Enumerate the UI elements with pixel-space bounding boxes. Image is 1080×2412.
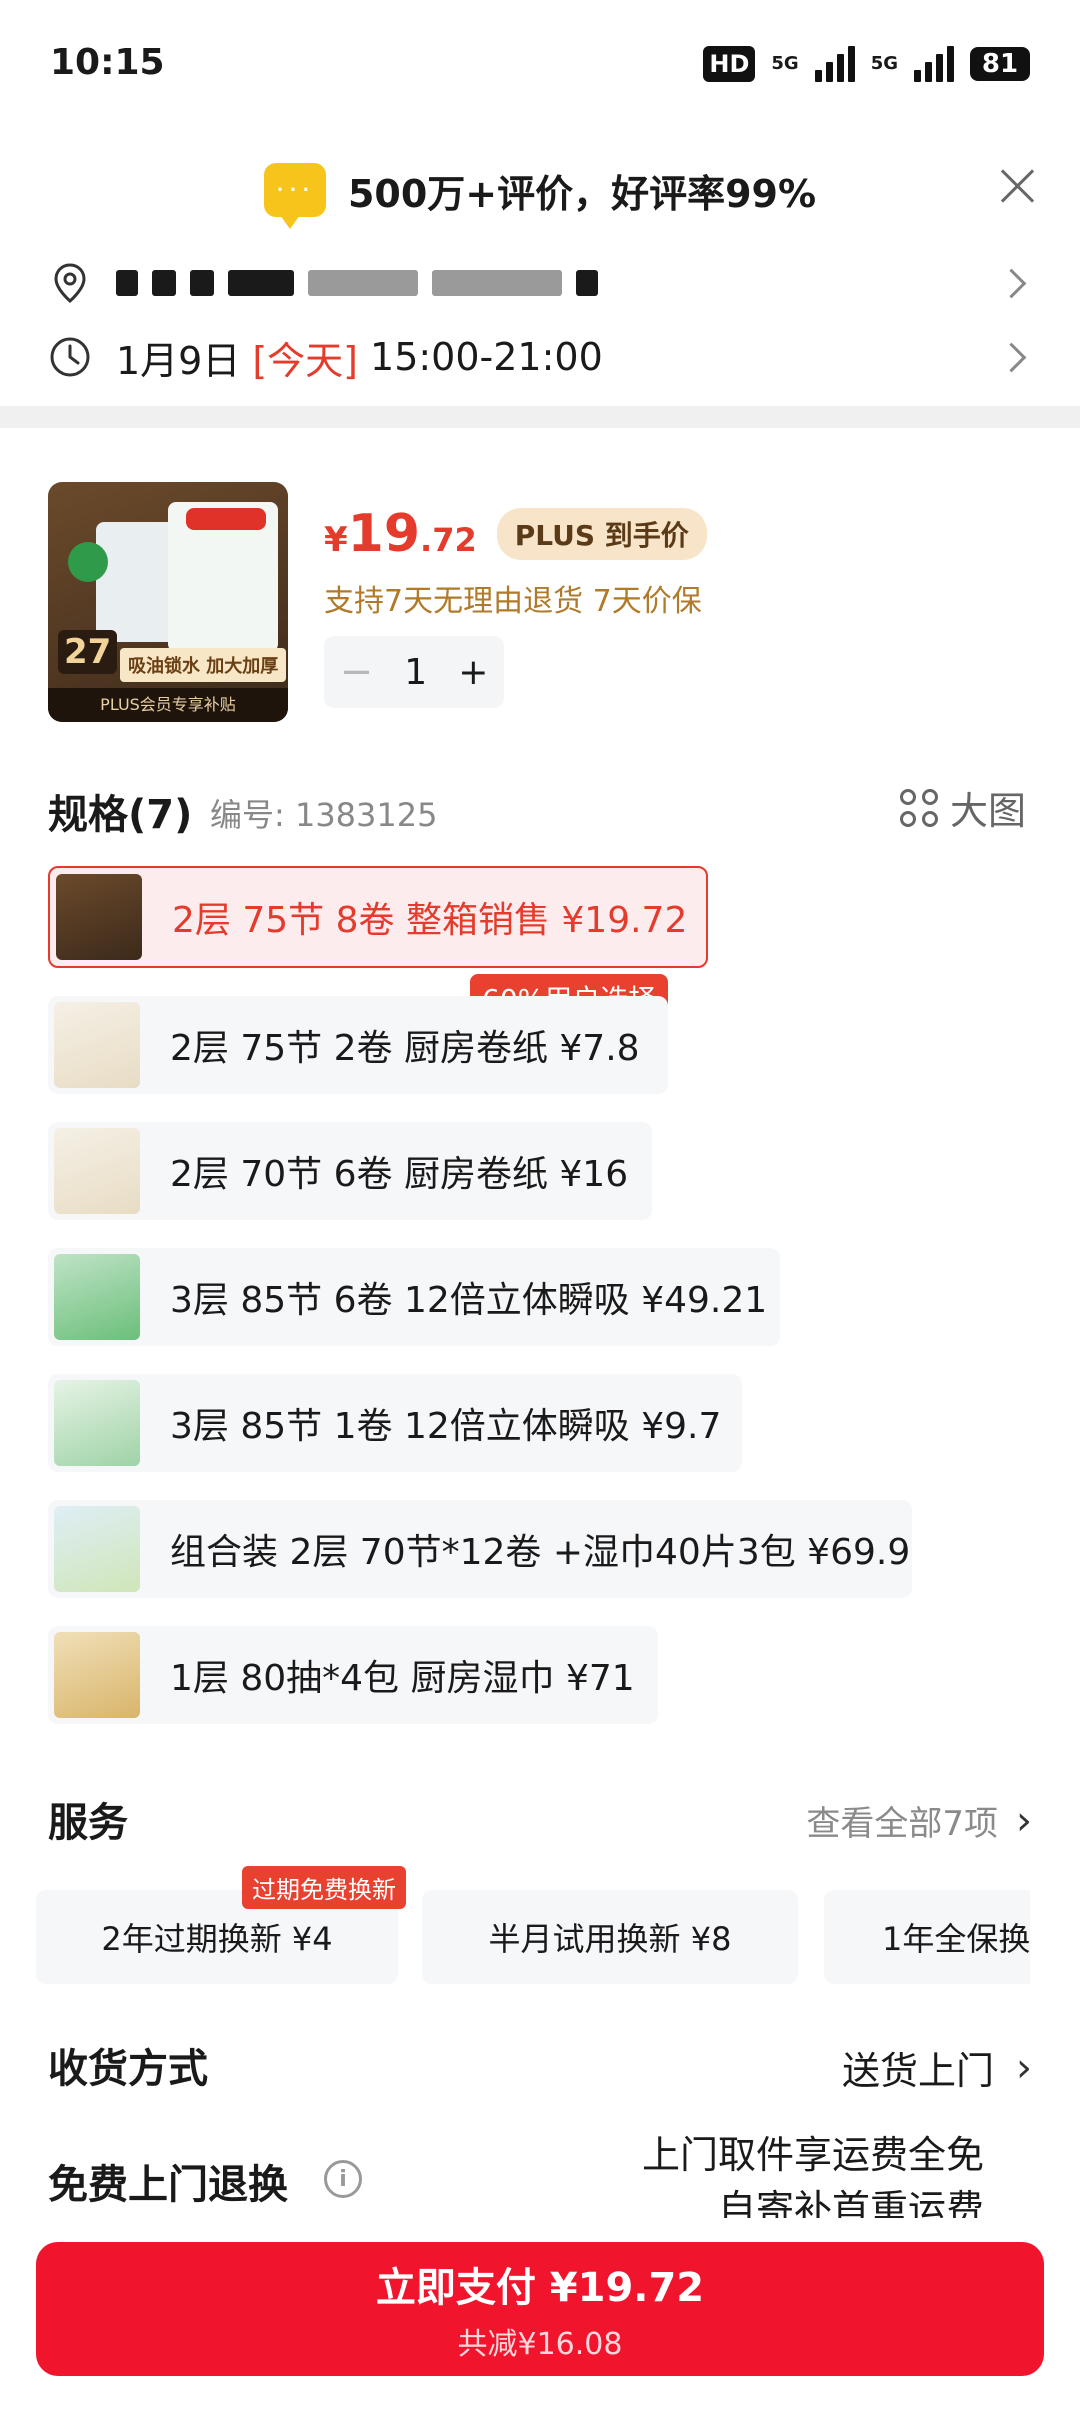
receive-method-selector[interactable]: 送货上门 › — [842, 2040, 1032, 2095]
free-return-note-2: 自寄补首重运费 — [717, 2187, 984, 2218]
big-image-button[interactable]: 大图 — [899, 780, 1026, 835]
spec-thumb — [54, 1002, 140, 1088]
network-type-1: 5G — [771, 53, 799, 74]
pay-now-button[interactable]: 立即支付 ¥19.72 共减¥16.08 — [36, 2242, 1044, 2376]
network-type-2: 5G — [870, 53, 898, 74]
today-tag: [今天] — [252, 338, 359, 383]
see-all-label: 查看全部7项 — [806, 1804, 998, 1844]
spec-option-5[interactable]: 3层 85节 1卷 12倍立体瞬吸 ¥9.7 — [48, 1374, 742, 1472]
chevron-right-icon: › — [1016, 1797, 1032, 1844]
decrement-button[interactable]: − — [340, 649, 374, 695]
spec-option-label: 组合装 2层 70节*12卷 +湿巾40片3包 ¥69.9 — [170, 1532, 911, 1573]
spec-thumb — [54, 1506, 140, 1592]
delivery-date: 1月9日 — [116, 338, 241, 383]
spec-option-1[interactable]: 2层 75节 8卷 整箱销售 ¥19.72 — [48, 866, 708, 968]
spec-code: 编号: 1383125 — [210, 796, 438, 834]
spec-option-label: 2层 70节 6卷 厨房卷纸 ¥16 — [170, 1154, 629, 1195]
review-summary: 500万+评价，好评率99% — [347, 171, 817, 216]
hd-badge: HD — [703, 46, 756, 82]
signal-icon — [814, 46, 855, 82]
clock-icon — [50, 337, 90, 377]
product-price: ¥ 19 .72 PLUS 到手价 — [324, 504, 707, 564]
pay-now-label: 立即支付 ¥19.72 — [375, 2265, 705, 2311]
spec-option-label: 3层 85节 6卷 12倍立体瞬吸 ¥49.21 — [170, 1280, 768, 1321]
service-item-label: 半月试用换新 ¥8 — [488, 1920, 732, 1958]
increment-button[interactable]: + — [458, 652, 488, 693]
big-image-label: 大图 — [949, 789, 1026, 833]
service-item-2[interactable]: 半月试用换新 ¥8 — [422, 1890, 798, 1984]
free-return-note-1: 上门取件享运费全免 — [641, 2133, 984, 2177]
status-icons: HD 5G 5G 81 — [703, 46, 1030, 82]
spec-option-label: 3层 85节 1卷 12倍立体瞬吸 ¥9.7 — [170, 1406, 722, 1447]
spec-option-7[interactable]: 1层 80抽*4包 厨房湿巾 ¥71 — [48, 1626, 658, 1724]
see-all-services[interactable]: 查看全部7项 › — [806, 1796, 1032, 1845]
section-divider — [0, 406, 1080, 428]
spec-option-label: 2层 75节 2卷 厨房卷纸 ¥7.8 — [170, 1028, 640, 1069]
spec-thumb — [54, 1254, 140, 1340]
spec-option-label: 2层 75节 8卷 整箱销售 ¥19.72 — [172, 900, 688, 941]
receive-method-title: 收货方式 — [48, 2046, 208, 2092]
close-icon[interactable] — [998, 166, 1038, 206]
chevron-right-icon — [996, 342, 1027, 372]
status-time: 10:15 — [50, 42, 165, 83]
currency-symbol: ¥ — [324, 520, 348, 560]
spec-thumb — [54, 1632, 140, 1718]
product-image-price: 27 — [58, 630, 118, 674]
product-image-strip: 吸油锁水 加大加厚 — [120, 648, 287, 682]
spec-option-6[interactable]: 组合装 2层 70节*12卷 +湿巾40片3包 ¥69.9 — [48, 1500, 912, 1598]
chat-bubble-icon: ··· — [263, 163, 326, 229]
chevron-right-icon — [996, 268, 1027, 298]
delivery-time-row[interactable]: 1月9日 [今天] 15:00-21:00 — [48, 332, 1038, 383]
free-return-title: 免费上门退换 — [48, 2162, 288, 2208]
address-redacted — [116, 270, 598, 296]
grid-icon — [899, 788, 938, 827]
product-image[interactable]: 27 吸油锁水 加大加厚 PLUS会员专享补贴 — [48, 482, 288, 722]
spec-thumb — [56, 874, 142, 960]
signal-icon-2 — [914, 46, 954, 82]
return-policy: 支持7天无理由退货 7天价保 — [324, 584, 702, 619]
spec-thumb — [54, 1380, 140, 1466]
info-icon[interactable]: i — [324, 2160, 362, 2198]
spec-title: 规格(7) — [48, 792, 193, 838]
receive-method-value: 送货上门 — [841, 2049, 994, 2093]
spec-option-2[interactable]: 2层 75节 2卷 厨房卷纸 ¥7.8 — [48, 996, 668, 1094]
service-item-label: 2年过期换新 ¥4 — [101, 1920, 333, 1958]
chevron-right-icon: › — [1016, 2044, 1032, 2091]
spec-option-4[interactable]: 3层 85节 6卷 12倍立体瞬吸 ¥49.21 — [48, 1248, 780, 1346]
quantity-value: 1 — [404, 651, 428, 693]
location-pin-icon — [54, 263, 86, 303]
battery-icon: 81 — [970, 47, 1030, 81]
service-badge: 过期免费换新 — [242, 1866, 406, 1909]
quantity-stepper: − 1 + — [324, 636, 504, 708]
service-item-3[interactable]: 1年全保换 — [824, 1890, 1030, 1984]
price-decimal: .72 — [420, 521, 477, 559]
service-title: 服务 — [48, 1800, 128, 1846]
price-integer: 19 — [347, 504, 421, 564]
spec-option-3[interactable]: 2层 70节 6卷 厨房卷纸 ¥16 — [48, 1122, 652, 1220]
product-image-footer: PLUS会员专享补贴 — [48, 688, 288, 722]
service-item-label: 1年全保换 — [882, 1920, 1030, 1958]
spec-thumb — [54, 1128, 140, 1214]
total-saving: 共减¥16.08 — [457, 2327, 623, 2362]
plus-price-badge: PLUS 到手价 — [496, 508, 707, 560]
address-row[interactable] — [48, 258, 1038, 308]
spec-option-label: 1层 80抽*4包 厨房湿巾 ¥71 — [170, 1658, 635, 1699]
review-banner: ··· 500万+评价，好评率99% — [0, 150, 1080, 230]
delivery-window: 15:00-21:00 — [370, 335, 603, 379]
